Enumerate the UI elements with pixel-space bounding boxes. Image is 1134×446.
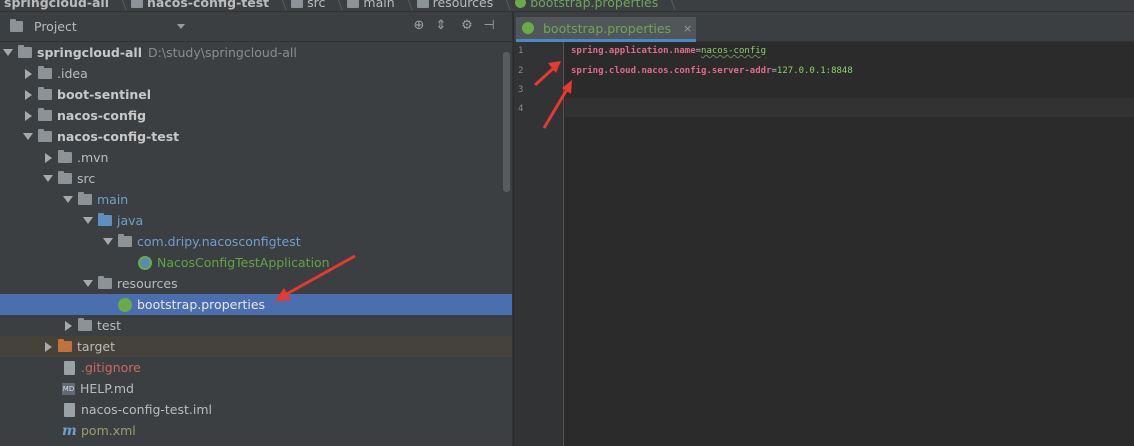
breadcrumb-separator	[399, 0, 413, 10]
hide-icon[interactable]: ⊣	[482, 19, 496, 33]
maven-icon: m	[62, 422, 77, 439]
module-folder-icon	[38, 108, 52, 121]
folder-icon	[291, 0, 304, 8]
tree-item-target[interactable]: target	[0, 336, 512, 357]
tree-item-help-md[interactable]: MD HELP.md	[0, 378, 512, 399]
tree-item-pom[interactable]: m pom.xml	[0, 420, 512, 441]
breadcrumb-nacos-config-test[interactable]: nacos-config-test	[127, 0, 273, 10]
expand-arrow-icon[interactable]	[22, 131, 34, 143]
file-icon	[64, 360, 75, 375]
tab-bootstrap-properties[interactable]: bootstrap.properties ×	[516, 17, 696, 42]
folder-icon	[78, 318, 92, 331]
tree-item-iml[interactable]: nacos-config-test.iml	[0, 399, 512, 420]
line-number: 1	[518, 46, 524, 56]
code-line-2[interactable]: spring.cloud.nacos.config.server-addr=12…	[571, 66, 853, 76]
tree-item-resources[interactable]: resources	[0, 273, 512, 294]
expand-arrow-icon[interactable]	[42, 173, 54, 185]
breadcrumb-separator	[113, 0, 127, 10]
line-number: 4	[518, 104, 524, 114]
tree-item-idea[interactable]: .idea	[0, 63, 512, 84]
tree-item-application-class[interactable]: NacosConfigTestApplication	[0, 252, 512, 273]
folder-icon	[58, 150, 72, 163]
spring-leaf-icon	[118, 297, 132, 312]
tree-item-main[interactable]: main	[0, 189, 512, 210]
editor-tab-bar: bootstrap.properties ×	[514, 12, 1134, 42]
expand-arrow-icon[interactable]	[102, 236, 114, 248]
tree-item-nacos-config[interactable]: nacos-config	[0, 105, 512, 126]
project-panel: Project ⊕ ⇕ ⚙ ⊣ springcloud-all D:\study…	[0, 12, 512, 446]
current-line-highlight	[565, 98, 1134, 117]
tree-item-java[interactable]: java	[0, 210, 512, 231]
expand-arrow-icon[interactable]	[82, 215, 94, 227]
module-folder-icon	[38, 129, 52, 142]
tree-item-nacos-config-test[interactable]: nacos-config-test	[0, 126, 512, 147]
tree-scrollbar[interactable]	[503, 52, 510, 192]
package-icon	[118, 234, 132, 247]
collapse-arrow-icon[interactable]	[42, 341, 54, 353]
module-folder-icon	[18, 45, 32, 58]
project-panel-header: Project ⊕ ⇕ ⚙ ⊣	[0, 12, 512, 42]
spring-leaf-icon	[515, 0, 527, 8]
project-icon	[10, 19, 23, 32]
collapse-arrow-icon[interactable]	[62, 320, 74, 332]
line-number: 2	[518, 66, 524, 76]
tree-item-package[interactable]: com.dripy.nacosconfigtest	[0, 231, 512, 252]
tree-item-mvn[interactable]: .mvn	[0, 147, 512, 168]
collapse-arrow-icon[interactable]	[22, 68, 34, 80]
collapse-arrow-icon[interactable]	[22, 110, 34, 122]
folder-icon	[78, 192, 92, 205]
expand-arrow-icon[interactable]	[82, 278, 94, 290]
gear-icon[interactable]: ⚙	[460, 19, 474, 33]
breadcrumb-separator	[273, 0, 287, 10]
project-view-selector[interactable]: Project	[34, 19, 77, 34]
resources-folder-icon	[98, 276, 112, 289]
code-line-1[interactable]: spring.application.name=nacos-config	[571, 46, 766, 56]
tree-item-boot-sentinel[interactable]: boot-sentinel	[0, 84, 512, 105]
module-file-icon	[64, 402, 75, 417]
editor-gutter: 1 2 3 4	[514, 42, 564, 446]
module-folder-icon	[38, 87, 52, 100]
markdown-icon: MD	[62, 382, 75, 395]
breadcrumb: springcloud-all nacos-config-test src ma…	[0, 0, 1134, 12]
tree-item-springcloud-all[interactable]: springcloud-all D:\study\springcloud-all	[0, 42, 512, 63]
breadcrumb-bootstrap-properties[interactable]: bootstrap.properties	[511, 0, 662, 10]
spring-class-icon	[138, 255, 152, 270]
module-folder-icon	[131, 0, 144, 8]
breadcrumb-separator	[329, 0, 343, 10]
tree-item-bootstrap-properties[interactable]: bootstrap.properties	[0, 294, 512, 315]
folder-icon	[347, 0, 360, 8]
excluded-folder-icon	[58, 339, 72, 352]
tree-item-src[interactable]: src	[0, 168, 512, 189]
collapse-icon[interactable]: ⇕	[434, 19, 448, 33]
folder-icon	[38, 66, 52, 79]
target-icon[interactable]: ⊕	[412, 19, 426, 33]
breadcrumb-main[interactable]: main	[343, 0, 398, 10]
chevron-down-icon[interactable]	[177, 24, 185, 29]
tree-item-test[interactable]: test	[0, 315, 512, 336]
breadcrumb-src[interactable]: src	[287, 0, 329, 10]
breadcrumb-resources[interactable]: resources	[413, 0, 498, 10]
collapse-arrow-icon[interactable]	[22, 89, 34, 101]
resources-folder-icon	[416, 0, 429, 8]
spring-leaf-icon	[522, 22, 534, 34]
expand-arrow-icon[interactable]	[62, 194, 74, 206]
close-icon[interactable]: ×	[683, 22, 692, 35]
breadcrumb-springcloud-all[interactable]: springcloud-all	[0, 0, 113, 10]
breadcrumb-separator	[497, 0, 511, 10]
breadcrumb-separator	[662, 0, 676, 10]
folder-icon	[58, 171, 72, 184]
collapse-arrow-icon[interactable]	[42, 152, 54, 164]
expand-arrow-icon[interactable]	[2, 47, 14, 59]
tree-item-gitignore[interactable]: .gitignore	[0, 357, 512, 378]
source-folder-icon	[98, 213, 112, 226]
line-number: 3	[518, 85, 524, 95]
